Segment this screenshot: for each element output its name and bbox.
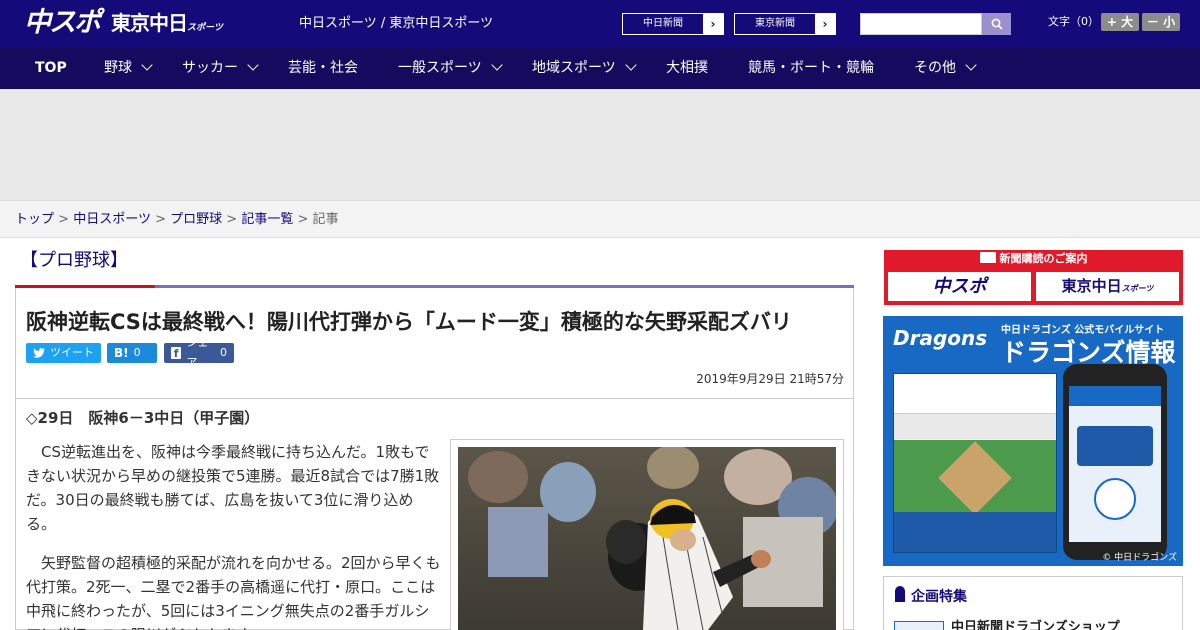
font-larger-button[interactable]: + 大 [1101, 13, 1139, 31]
search-input[interactable] [860, 13, 982, 35]
hatena-bookmark-button[interactable]: B! 0 [107, 343, 157, 363]
dragons-brand-logo: Dragons [893, 326, 988, 350]
feature-item-thumbnail[interactable] [894, 621, 944, 630]
game-result-lead: ◇29日 阪神6－3中日（甲子園） [26, 409, 260, 427]
tweet-button[interactable]: ツイート [26, 343, 101, 363]
smartphone-mockup [1063, 364, 1167, 560]
chevron-right-icon: › [815, 14, 835, 34]
breadcrumb-separator: > [155, 212, 166, 227]
nav-item-entertainment[interactable]: 芸能・社会 [288, 48, 358, 89]
feature-special-box: 企画特集 中日新聞ドラゴンズショップ [883, 576, 1183, 630]
breadcrumb-bar: トップ > 中日スポーツ > プロ野球 > 記事一覧 > 記事 [0, 200, 1200, 238]
feature-special-title: 企画特集 [911, 589, 967, 605]
chevron-down-icon [491, 59, 503, 71]
chevron-right-icon: › [703, 14, 723, 34]
article-paragraph: 矢野監督の超積極的采配が流れを向かせる。2回から早くも代打策。2死一、二塁で2番… [26, 554, 441, 630]
twitter-bird-icon [33, 348, 45, 358]
breadcrumb-separator: > [297, 212, 309, 227]
dragons-copyright: © 中日ドラゴンズ [1102, 553, 1177, 563]
site-links[interactable]: 中日スポーツ / 東京中日スポーツ [299, 15, 493, 33]
nav-item-baseball[interactable]: 野球 [104, 48, 132, 89]
dragons-mobile-site-banner[interactable]: Dragons 中日ドラゴンズ 公式モバイルサイト ドラゴンズ情報 © 中日ドラ… [883, 316, 1183, 566]
article-date: 2019年9月29日 21時57分 [696, 372, 844, 386]
breadcrumb-current: 記事 [312, 212, 339, 227]
subscribe-tokyo-chunichi-text: 東京中日 [1061, 277, 1122, 295]
subscription-title-text: 新聞購読のご案内 [999, 252, 1088, 265]
nav-item-local-sports[interactable]: 地域スポーツ [532, 48, 616, 89]
feature-item-dragons-shop[interactable]: 中日新聞ドラゴンズショップ [951, 619, 1120, 630]
nav-item-general-sports[interactable]: 一般スポーツ [398, 48, 482, 89]
search-button[interactable] [982, 13, 1011, 35]
article-photo[interactable] [458, 447, 836, 630]
ad-banner-area [0, 89, 1200, 200]
nav-item-sumo[interactable]: 大相撲 [666, 48, 708, 89]
category-heading: 【プロ野球】 [20, 250, 128, 271]
article-title: 阪神逆転CSは最終戦へ！陽川代打弾から「ムード一変」積極的な矢野采配ズバリ [26, 310, 792, 334]
chunichi-shimbun-button[interactable]: 中日新聞 › [622, 13, 724, 35]
tokyo-chunichi-logo-text: 東京中日 [111, 11, 188, 35]
chunichi-shimbun-label: 中日新聞 [643, 18, 683, 29]
facebook-share-button[interactable]: f シェア 0 [164, 336, 234, 369]
nav-item-soccer[interactable]: サッカー [182, 48, 238, 89]
dragons-banner-subtitle: 中日ドラゴンズ 公式モバイルサイト [1001, 325, 1165, 336]
hatena-bookmark-icon: B! [114, 346, 129, 360]
font-size-label: 文字（0） [1048, 15, 1099, 28]
subscribe-chunichi-sports-link[interactable]: 中スポ [888, 272, 1031, 301]
font-smaller-button[interactable]: － 小 [1142, 13, 1180, 31]
article-divider [15, 398, 854, 399]
chevron-down-icon [965, 59, 977, 71]
tokyo-shimbun-button[interactable]: 東京新聞 › [734, 13, 836, 35]
site-header: 中スポ 東京中日スポーツ 中日スポーツ / 東京中日スポーツ 中日新聞 › 東京… [0, 0, 1200, 48]
search-icon [991, 18, 1003, 30]
subscription-title: 新聞購読のご案内 [884, 250, 1183, 268]
newspaper-subscription-box[interactable]: 新聞購読のご案内 中スポ 東京中日スポーツ [884, 250, 1183, 305]
scoreboard-screenshot [893, 373, 1057, 553]
breadcrumb-pro-baseball[interactable]: プロ野球 [170, 212, 222, 227]
batter-photo-illustration [458, 447, 836, 630]
breadcrumb-separator: > [58, 212, 70, 227]
breadcrumb-top[interactable]: トップ [15, 212, 54, 227]
breadcrumb-chunichi-sports[interactable]: 中日スポーツ [73, 212, 151, 227]
facebook-share-label: シェア [186, 336, 209, 369]
chevron-down-icon [625, 59, 637, 71]
breadcrumb: トップ > 中日スポーツ > プロ野球 > 記事一覧 > 記事 [15, 211, 339, 229]
article-paragraph: CS逆転進出を、阪神は今季最終戦に持ち込んだ。1敗もできない状況から早めの継投策… [26, 443, 440, 533]
facebook-count: 0 [220, 346, 227, 359]
ribbon-icon [895, 586, 905, 602]
subscribe-tokyo-chunichi-link[interactable]: 東京中日スポーツ [1036, 272, 1179, 301]
nav-item-racing[interactable]: 競馬・ボート・競輪 [748, 48, 874, 89]
chevron-down-icon [141, 59, 153, 71]
subscribe-tokyo-chunichi-small: スポーツ [1121, 284, 1154, 293]
tokyo-chunichi-logo[interactable]: 東京中日スポーツ [111, 10, 223, 41]
chunichi-sports-logo[interactable]: 中スポ [24, 8, 101, 38]
main-nav: TOP 野球 サッカー 芸能・社会 一般スポーツ 地域スポーツ 大相撲 競馬・ボ… [0, 48, 1200, 89]
nav-item-other[interactable]: その他 [914, 48, 956, 89]
chevron-down-icon [247, 59, 259, 71]
breadcrumb-separator: > [226, 212, 238, 227]
tokyo-shimbun-label: 東京新聞 [755, 18, 795, 29]
facebook-icon: f [171, 347, 182, 360]
tokyo-chunichi-logo-small: スポーツ [187, 23, 223, 33]
nav-item-top[interactable]: TOP [35, 48, 67, 89]
hatena-count: 0 [133, 346, 141, 359]
breadcrumb-article-list[interactable]: 記事一覧 [241, 212, 293, 227]
tweet-label: ツイート [50, 346, 94, 359]
newspaper-icon [979, 252, 996, 263]
